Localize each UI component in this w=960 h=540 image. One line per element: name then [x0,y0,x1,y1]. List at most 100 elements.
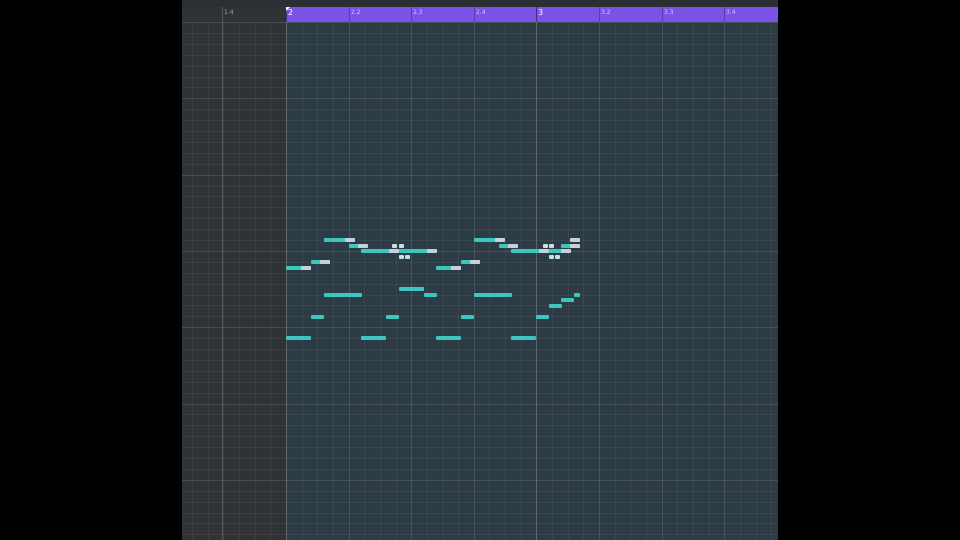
midi-note[interactable] [543,244,548,248]
midi-note[interactable] [324,238,355,242]
grid-beat-line [709,22,710,540]
grid-row-line [286,458,778,459]
grid-row-line [286,273,778,274]
loop-start-marker-icon[interactable] [286,7,290,11]
grid-row-line [286,513,778,514]
ruler-tick [536,7,537,22]
grid-beat-line [630,22,631,540]
grid-beat-line [192,22,193,540]
grid-row-line [286,207,778,208]
midi-note[interactable] [574,293,580,297]
midi-note[interactable] [386,315,399,319]
beat-marker-line [222,7,223,540]
note-velocity-tail [508,244,518,248]
grid-beat-line [615,22,616,540]
grid-beat-line [239,22,240,540]
midi-note[interactable] [461,260,480,264]
midi-note[interactable] [311,315,324,319]
midi-note[interactable] [361,336,386,340]
midi-note[interactable] [436,336,461,340]
grid-row-line [286,425,778,426]
midi-note[interactable] [324,293,362,297]
grid-beat-line [693,22,694,540]
grid-row-line [286,480,778,481]
grid-beat-line [396,22,397,540]
note-velocity-tail [320,260,330,264]
grid-beat-line [411,22,412,540]
grid-beat-line [599,22,600,540]
timeline-ruler-active[interactable]: 2 2.2 2.3 2.4 3 3.2 3.3 3.4 [286,7,778,22]
midi-note[interactable] [399,287,424,291]
midi-note[interactable] [349,244,368,248]
timeline-ruler-inactive[interactable]: 1.4 [182,7,286,23]
midi-note[interactable] [499,244,518,248]
grid-beat-line [771,22,772,540]
midi-note[interactable] [405,255,410,259]
midi-note[interactable] [286,266,311,270]
midi-note[interactable] [461,315,474,319]
note-velocity-tail [570,244,580,248]
grid-row-line [286,360,778,361]
grid-row-line [286,316,778,317]
note-velocity-tail [495,238,505,242]
ruler-label: 3.2 [601,9,611,16]
grid-beat-line [521,22,522,540]
grid-beat-line [740,22,741,540]
midi-note[interactable] [549,255,554,259]
grid-row-line [286,349,778,350]
grid-beat-line [646,22,647,540]
grid-row-line [286,447,778,448]
grid-beat-line [568,22,569,540]
ruler-tick [349,7,350,22]
midi-note[interactable] [311,260,330,264]
grid-row-line [286,196,778,197]
grid-row-line [286,33,778,34]
midi-note[interactable] [474,293,512,297]
midi-note[interactable] [424,293,437,297]
midi-note[interactable] [511,336,536,340]
grid-row-line [286,66,778,67]
midi-note[interactable] [399,244,404,248]
midi-note[interactable] [549,249,571,253]
midi-note[interactable] [399,249,437,253]
midi-note[interactable] [561,244,580,248]
ruler-tick [411,7,412,22]
ruler-label: 3 [538,8,544,17]
note-velocity-tail [345,238,355,242]
note-velocity-tail [570,238,580,242]
grid-beat-line [474,22,475,540]
note-velocity-tail [358,244,368,248]
note-velocity-tail [470,260,480,264]
grid-beat-line [364,22,365,540]
grid-row-line [286,284,778,285]
grid-row-line [286,164,778,165]
midi-note[interactable] [511,249,549,253]
grid-beat-line [317,22,318,540]
note-velocity-tail [451,266,461,270]
midi-note[interactable] [392,244,397,248]
grid-beat-line [349,22,350,540]
grid-row-line [286,120,778,121]
grid-beat-line [223,22,224,540]
grid-beat-line [583,22,584,540]
midi-note[interactable] [474,238,505,242]
midi-note[interactable] [536,315,549,319]
grid-beat-line [255,22,256,540]
midi-note[interactable] [361,249,399,253]
midi-note[interactable] [555,255,560,259]
midi-note[interactable] [286,336,311,340]
grid-row-line [286,491,778,492]
note-velocity-tail [427,249,437,253]
midi-note[interactable] [549,304,562,308]
grid-row-line [286,436,778,437]
midi-note[interactable] [436,266,461,270]
grid-beat-line [552,22,553,540]
midi-note[interactable] [570,238,580,242]
midi-note[interactable] [561,298,574,302]
note-grid[interactable] [286,22,778,540]
midi-note[interactable] [549,244,554,248]
grid-row-line [286,153,778,154]
ruler-tick [724,7,725,22]
grid-before-loop[interactable] [182,22,287,540]
midi-note[interactable] [399,255,404,259]
